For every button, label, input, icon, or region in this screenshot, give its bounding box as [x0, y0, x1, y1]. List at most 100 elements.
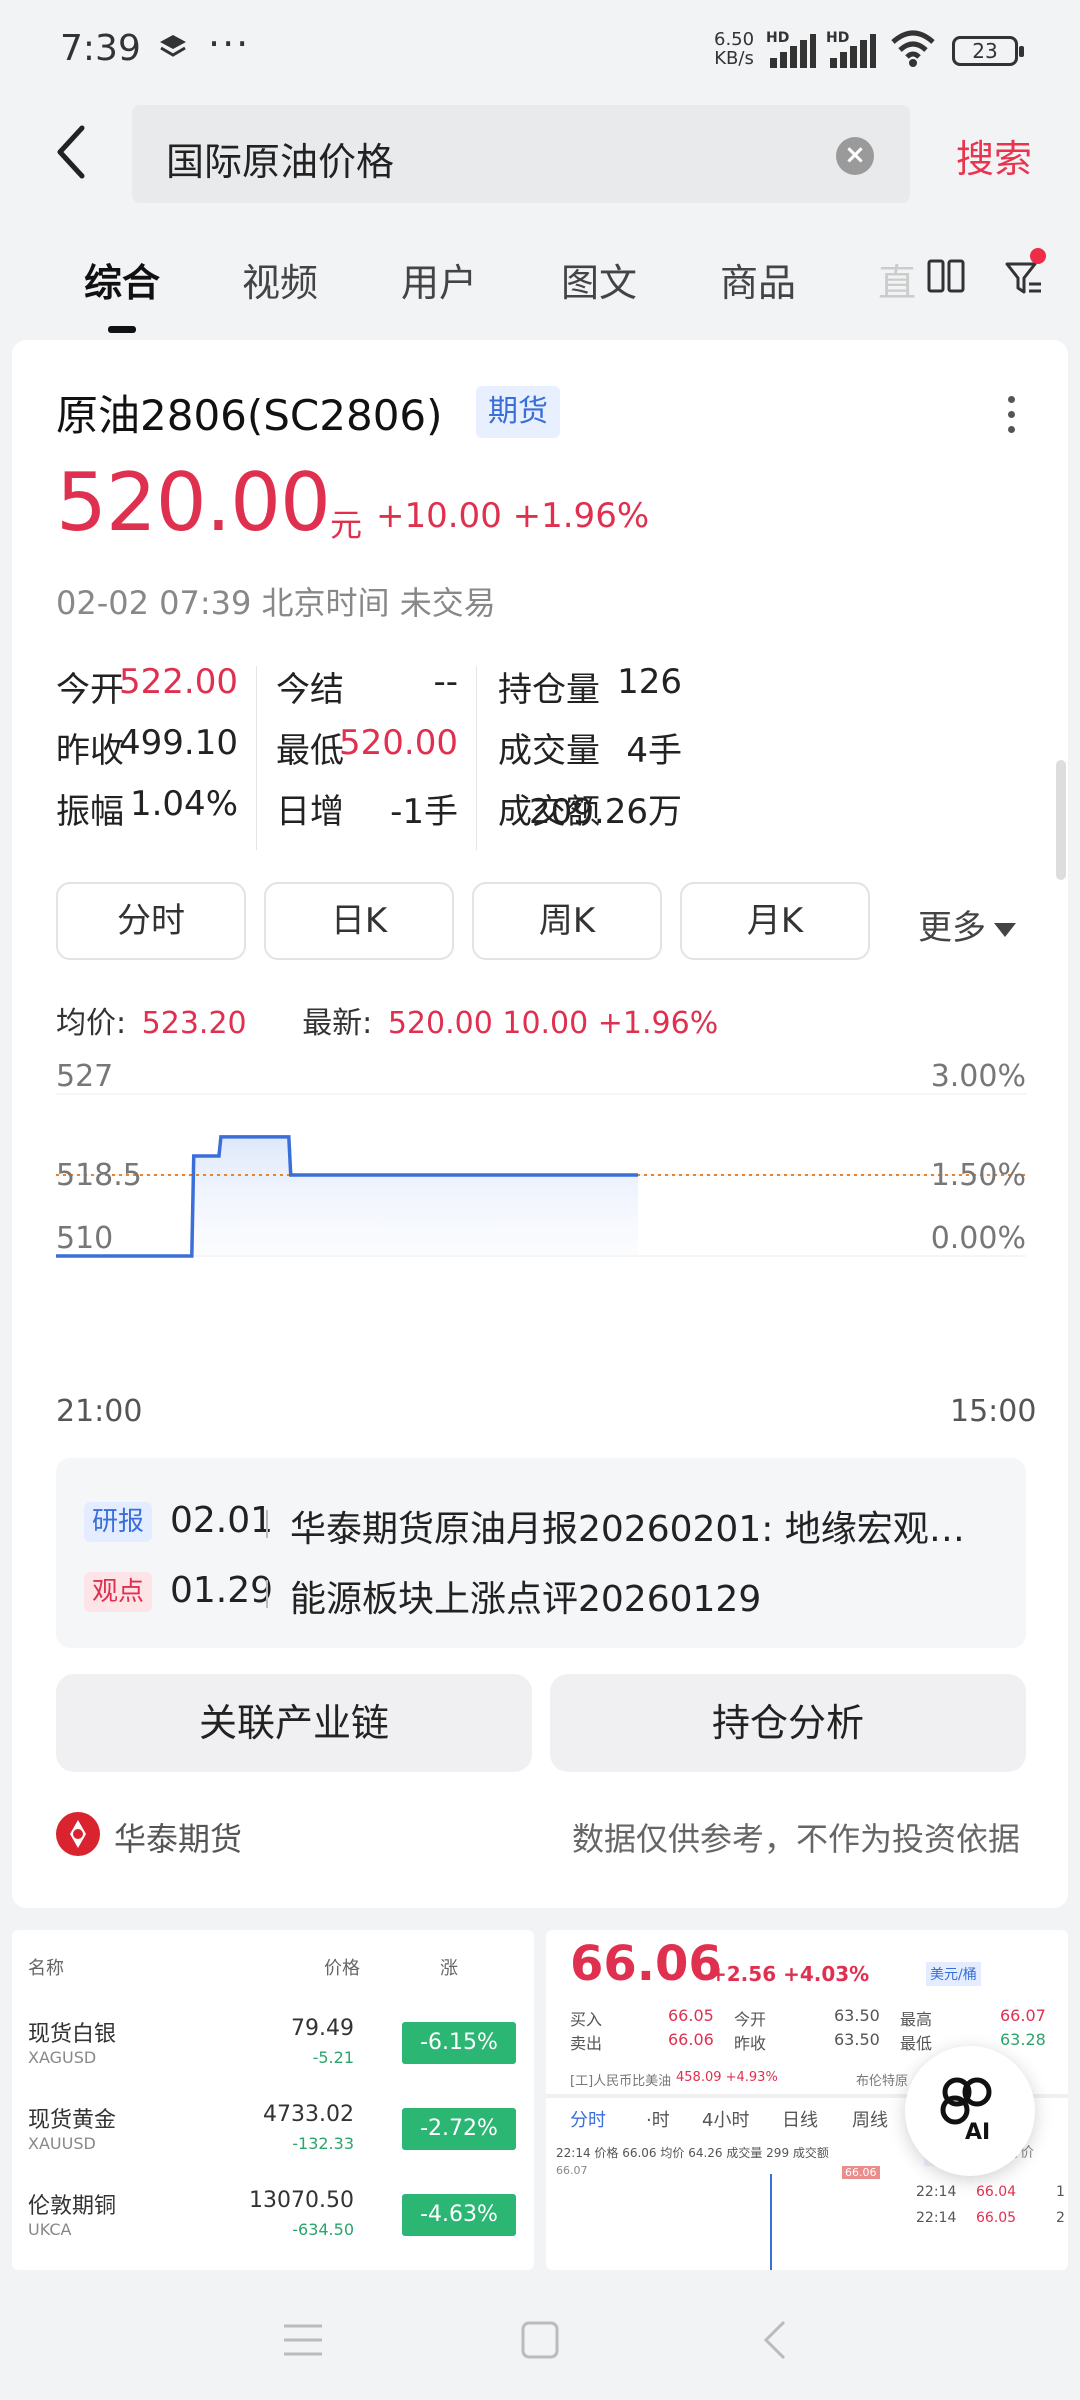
stat-value-low: 520.00 [339, 723, 458, 763]
y-tick-right: 3.00% [931, 1060, 1026, 1094]
quote-card: 原油2806(SC2806) 期货 520.00 元 +10.00 +1.96%… [12, 340, 1068, 1908]
info-row: 22:14 价格 66.06 均价 64.26 成交量 299 成交额 [556, 2146, 829, 2160]
filter-icon[interactable] [1003, 258, 1045, 300]
us-oil-change: +2.56 +4.03% [710, 1962, 870, 1986]
huatai-logo-icon [56, 1812, 100, 1856]
more-periods-dropdown[interactable]: 更多 [918, 900, 1016, 949]
grid-value: 63.50 [834, 2030, 880, 2049]
quote-time: 02-02 07:39 北京时间 未交易 [56, 584, 496, 622]
table-row[interactable]: 伦敦期铜 UKCA 13070.50 -634.50 -4.63% [12, 2178, 534, 2258]
more-notifications-icon: ··· [208, 22, 251, 66]
tab-users[interactable]: 用户 [401, 252, 477, 307]
table-row[interactable]: 现货黄金 XAUUSD 4733.02 -132.33 -2.72% [12, 2092, 534, 2172]
x-axis-start-label: 21:00 [56, 1394, 143, 1429]
instrument-name[interactable]: 原油2806(SC2806) [56, 382, 443, 443]
battery-icon: 23 [952, 36, 1024, 66]
row-change: -5.21 [312, 2048, 354, 2067]
search-input[interactable]: 国际原油价格 × [132, 105, 910, 203]
signal-icon-1 [770, 34, 816, 68]
row-code: XAUUSD [28, 2134, 96, 2153]
tab-live[interactable]: 直 [878, 252, 916, 307]
ai-assistant-button[interactable]: AI [905, 2046, 1035, 2176]
row-pct-badge: -4.63% [402, 2194, 516, 2236]
detail-time: 22:14 [916, 2184, 957, 2200]
grid-label: 买入 [570, 2010, 603, 2029]
status-bar: 7:39 ··· 6.50 KB/s HD HD 23 [0, 0, 1080, 100]
news-item[interactable]: 观点 01.29 能源板块上涨点评20260129 [84, 1566, 1004, 1620]
tab-articles[interactable]: 图文 [561, 252, 637, 307]
footer-value: 458.09 +4.93% [676, 2070, 778, 2085]
ai-label: AI [965, 2120, 991, 2145]
home-icon[interactable] [520, 2320, 560, 2364]
tab-monthly-k[interactable]: 月K [680, 882, 870, 960]
detail-vol: 2 [1056, 2210, 1065, 2226]
tab-intraday-mini[interactable]: 分时 [570, 2106, 606, 2132]
source-name: 华泰期货 [114, 1820, 243, 1858]
back-nav-icon[interactable] [760, 2318, 790, 2366]
back-button[interactable] [52, 122, 92, 182]
chevron-down-icon [994, 922, 1016, 937]
search-query[interactable]: 国际原油价格 [166, 131, 394, 186]
industry-chain-button[interactable]: 关联产业链 [56, 1674, 532, 1772]
intraday-chart-svg: 527 3.00% 518.5 1.50% 510 0.00% [56, 1059, 1026, 1258]
latest-label: 最新: [302, 1006, 373, 1041]
related-quotes-card[interactable]: 名称 价格 涨 现货白银 XAGUSD 79.49 -5.21 -6.15% 现… [12, 1930, 534, 2270]
tab-day-mini[interactable]: 日线 [782, 2106, 818, 2132]
grid-label: 最高 [900, 2010, 933, 2029]
stat-value-daily-change: -1手 [390, 792, 458, 832]
menu-icon[interactable] [282, 2322, 324, 2362]
scrollbar[interactable] [1056, 760, 1066, 880]
tab-hour-mini[interactable]: ·时 [646, 2106, 670, 2132]
column-header-change: 涨 [440, 1958, 458, 1979]
avg-latest-row: 均价: 523.20 最新: 520.00 10.00 +1.96% [56, 998, 724, 1042]
avg-value: 523.20 [141, 1006, 247, 1041]
tab-4hour-mini[interactable]: 4小时 [702, 2106, 749, 2132]
news-title: 华泰期货原油月报20260201: 地缘宏观扰动与供应过剩 [290, 1509, 1000, 1550]
tab-all[interactable]: 综合 [84, 252, 160, 307]
more-options-icon[interactable] [1008, 396, 1018, 436]
wifi-icon [890, 30, 936, 72]
tab-video[interactable]: 视频 [242, 252, 318, 307]
tab-weekly-k[interactable]: 周K [472, 882, 662, 960]
back-arrow-icon [57, 125, 85, 179]
status-time: 7:39 [60, 28, 141, 69]
detail-price: 66.04 [976, 2184, 1017, 2200]
disclaimer-text: 数据仅供参考，不作为投资依据 [572, 1820, 1021, 1858]
x-axis-end-label: 15:00 [950, 1394, 1037, 1429]
position-analysis-button[interactable]: 持仓分析 [550, 1674, 1026, 1772]
footer-label: [工]人民币比美油 [570, 2074, 672, 2089]
tab-intraday[interactable]: 分时 [56, 882, 246, 960]
stat-value-open: 522.00 [119, 662, 238, 702]
stat-value-settle: -- [433, 662, 458, 702]
axis-top: 66.07 [556, 2164, 588, 2177]
news-item[interactable]: 研报 02.01 华泰期货原油月报20260201: 地缘宏观扰动与供应过剩 [84, 1496, 1004, 1550]
tab-products[interactable]: 商品 [720, 252, 796, 307]
row-name: 现货白银 [28, 2022, 117, 2047]
tab-week-mini[interactable]: 周线 [852, 2106, 888, 2132]
tab-active-indicator [108, 326, 136, 333]
latest-value: 520.00 10.00 +1.96% [387, 1006, 719, 1041]
search-button[interactable]: 搜索 [956, 128, 1032, 183]
row-name: 伦敦期铜 [28, 2194, 117, 2219]
row-code: XAGUSD [28, 2048, 97, 2067]
layout-toggle-icon[interactable] [926, 258, 966, 296]
detail-vol: 1 [1056, 2184, 1065, 2200]
tab-daily-k[interactable]: 日K [264, 882, 454, 960]
news-tag: 研报 [84, 1502, 153, 1542]
research-news-box: 研报 02.01 华泰期货原油月报20260201: 地缘宏观扰动与供应过剩 观… [56, 1458, 1026, 1648]
stats-row: 振幅 1.04% 日增 -1手 成交额 209.26万 [56, 784, 1036, 844]
stat-value-volume: 4手 [626, 731, 682, 771]
row-name: 现货黄金 [28, 2108, 117, 2133]
table-row[interactable]: 现货白银 XAGUSD 79.49 -5.21 -6.15% [12, 2006, 534, 2086]
row-price: 13070.50 [249, 2188, 354, 2213]
stat-value-prev-close: 499.10 [119, 723, 238, 763]
us-oil-price: 66.06 [570, 1936, 722, 1992]
row-price: 4733.02 [263, 2102, 354, 2127]
stat-value-amplitude: 1.04% [129, 784, 238, 824]
net-speed: 6.50 KB/s [714, 29, 755, 69]
intraday-chart[interactable]: 527 3.00% 518.5 1.50% 510 0.00% [56, 1059, 1026, 1280]
instrument-type-badge: 期货 [476, 386, 560, 438]
clear-icon[interactable]: × [836, 137, 874, 175]
price-change: +10.00 +1.96% [376, 496, 650, 536]
y-tick-left: 527 [56, 1060, 113, 1094]
